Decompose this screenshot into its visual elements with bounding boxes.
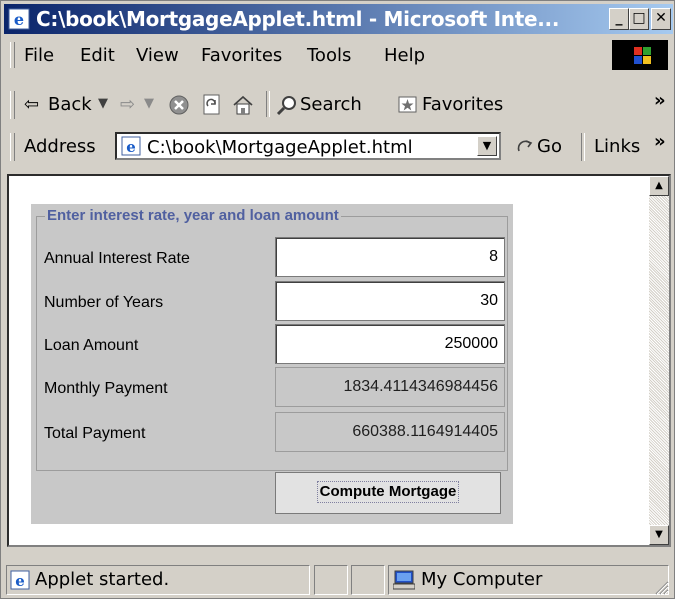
search-label[interactable]: Search (300, 94, 362, 115)
search-icon[interactable] (276, 94, 298, 116)
maximize-button[interactable]: □ (629, 8, 649, 30)
menu-bar: File Edit View Favorites Tools Help (4, 38, 673, 72)
browser-window: e C:\book\MortgageApplet.html - Microsof… (0, 0, 675, 599)
menu-tools[interactable]: Tools (307, 45, 351, 66)
back-label[interactable]: Back (48, 94, 92, 115)
forward-dropdown-icon[interactable]: ▼ (144, 96, 154, 111)
address-bar: Address e C:\book\MortgageApplet.html ▼ … (4, 127, 673, 167)
refresh-icon[interactable] (202, 94, 222, 116)
menu-view[interactable]: View (136, 45, 179, 66)
menu-file[interactable]: File (24, 45, 54, 66)
address-grip[interactable] (10, 133, 15, 161)
compute-mortgage-button[interactable]: Compute Mortgage (275, 472, 501, 514)
monthly-payment-field: 1834.4114346984456 (275, 367, 505, 407)
interest-rate-input[interactable]: 8 (275, 237, 505, 277)
ie-page-icon: e (8, 8, 30, 30)
vertical-scrollbar[interactable]: ▲ ▼ (649, 176, 669, 545)
page-content: Enter interest rate, year and loan amoun… (7, 174, 671, 547)
zone-label: My Computer (421, 569, 543, 590)
total-payment-field: 660388.1164914405 (275, 412, 505, 452)
address-dropdown-icon[interactable]: ▼ (477, 136, 497, 156)
applet-status-icon: e (10, 570, 30, 590)
loan-amount-label: Loan Amount (44, 337, 139, 354)
windows-logo-icon (612, 40, 668, 70)
status-panel-main: e Applet started. (6, 565, 310, 595)
address-input[interactable]: e C:\book\MortgageApplet.html ▼ (115, 132, 501, 160)
title-bar[interactable]: e C:\book\MortgageApplet.html - Microsof… (4, 4, 673, 34)
menu-help[interactable]: Help (384, 45, 425, 66)
go-button[interactable]: Go (537, 136, 562, 157)
links-label[interactable]: Links (594, 136, 640, 157)
links-more-chevron-icon[interactable]: » (654, 131, 666, 152)
resize-grip-icon[interactable] (653, 579, 669, 595)
years-input[interactable]: 30 (275, 281, 505, 321)
input-group-border: Enter interest rate, year and loan amoun… (36, 207, 508, 471)
favorites-label[interactable]: Favorites (422, 94, 503, 115)
group-title: Enter interest rate, year and loan amoun… (45, 207, 341, 224)
menu-favorites[interactable]: Favorites (201, 45, 282, 66)
address-value: C:\book\MortgageApplet.html (147, 137, 413, 158)
svg-text:e: e (126, 138, 136, 156)
close-button[interactable]: ✕ (651, 8, 671, 30)
minimize-button[interactable]: _ (609, 8, 629, 30)
svg-text:e: e (15, 572, 25, 590)
home-icon[interactable] (232, 94, 254, 116)
standard-toolbar: ⇦ Back ▼ ⇨ ▼ Search Favorites » (4, 86, 673, 124)
status-text: Applet started. (35, 569, 170, 590)
scroll-down-icon[interactable]: ▼ (649, 525, 669, 545)
svg-text:e: e (14, 10, 24, 29)
toolbar-separator (266, 91, 270, 117)
loan-amount-input[interactable]: 250000 (275, 324, 505, 364)
address-separator (581, 133, 585, 161)
go-arrow-icon[interactable] (516, 138, 534, 156)
toolbar-more-chevron-icon[interactable]: » (654, 90, 666, 111)
mortgage-applet: Enter interest rate, year and loan amoun… (31, 204, 513, 524)
status-panel-zone: My Computer (388, 565, 669, 595)
total-payment-label: Total Payment (44, 425, 146, 442)
menu-edit[interactable]: Edit (80, 45, 115, 66)
back-dropdown-icon[interactable]: ▼ (98, 96, 108, 111)
compute-mortgage-label: Compute Mortgage (316, 481, 460, 503)
years-label: Number of Years (44, 294, 164, 311)
address-label: Address (24, 136, 96, 157)
ie-page-icon: e (121, 136, 141, 156)
status-bar: e Applet started. My Computer (4, 563, 673, 597)
my-computer-icon (393, 570, 415, 590)
menu-grip[interactable] (10, 42, 15, 68)
toolbar-grip[interactable] (10, 91, 15, 119)
status-panel-empty (314, 565, 348, 595)
scroll-up-icon[interactable]: ▲ (649, 176, 669, 196)
interest-rate-label: Annual Interest Rate (44, 250, 190, 267)
back-arrow-icon[interactable]: ⇦ (24, 94, 39, 115)
window-title: C:\book\MortgageApplet.html - Microsoft … (36, 7, 560, 31)
forward-arrow-icon[interactable]: ⇨ (120, 94, 135, 115)
stop-icon[interactable] (169, 95, 189, 115)
monthly-payment-label: Monthly Payment (44, 380, 168, 397)
status-panel-empty (351, 565, 385, 595)
favorites-icon[interactable] (398, 95, 418, 115)
